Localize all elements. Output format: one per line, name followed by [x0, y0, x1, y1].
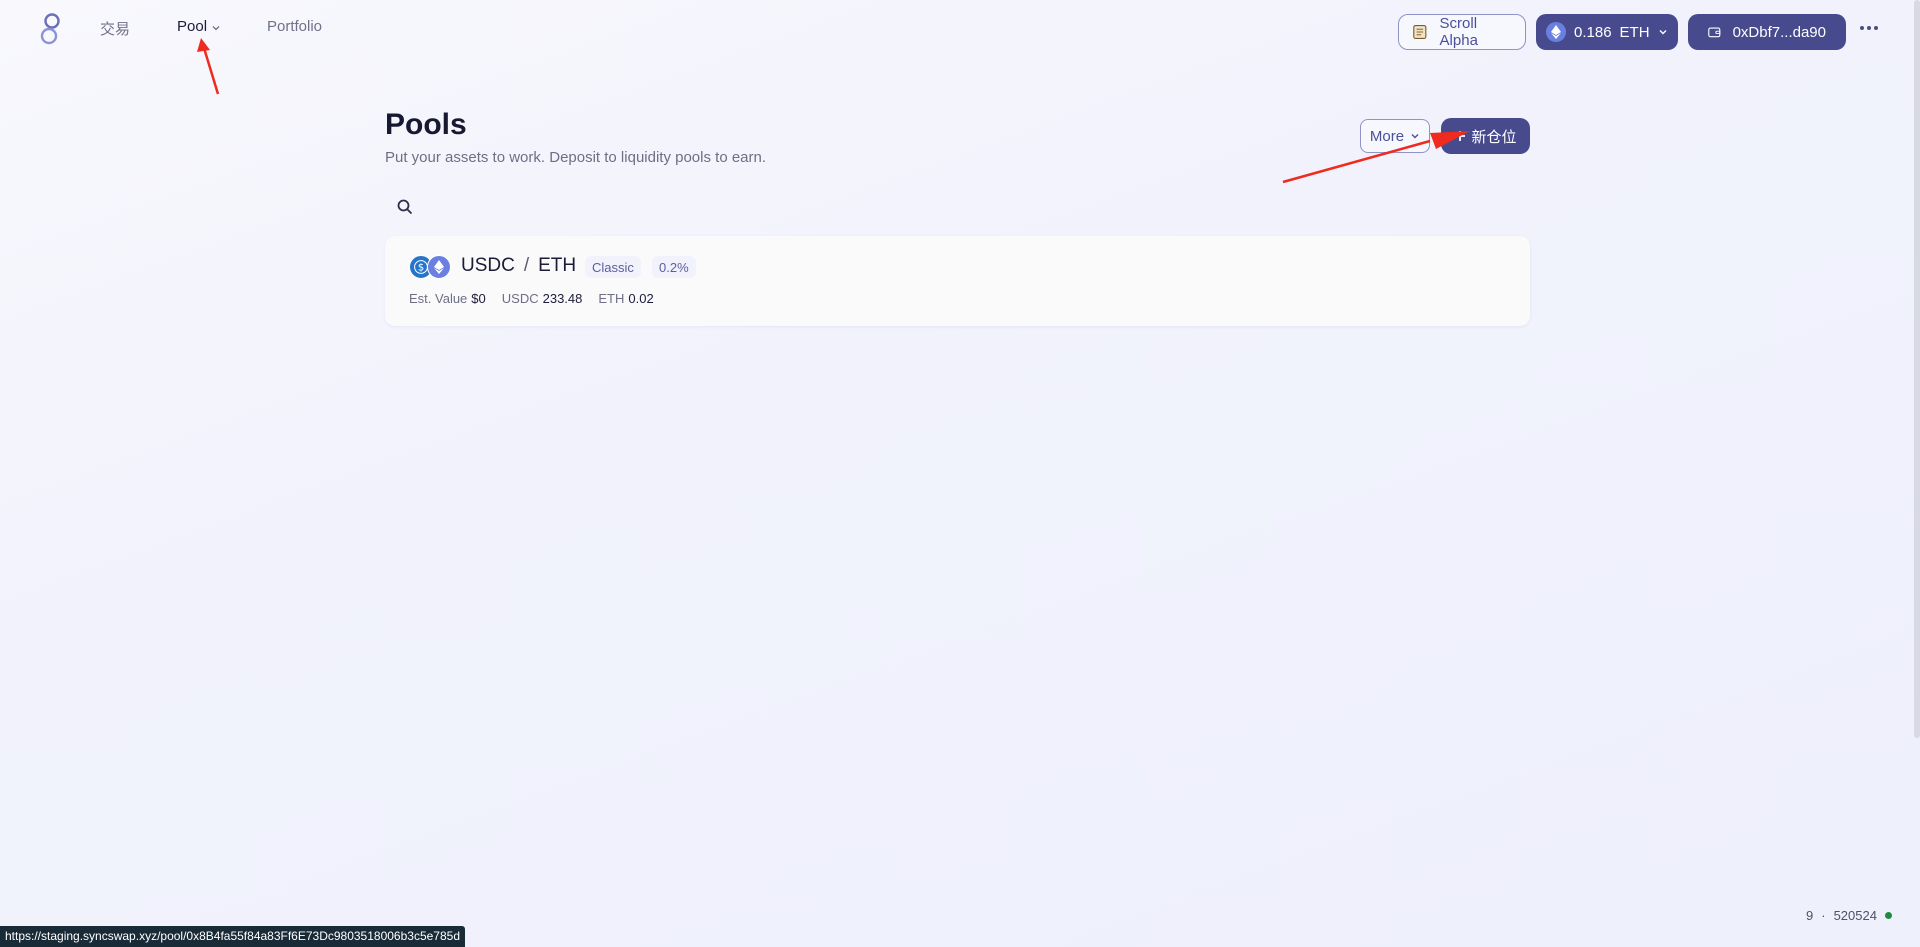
token-b-stat-label: ETH [598, 291, 625, 306]
wallet-icon [1708, 27, 1721, 38]
eth-icon [427, 255, 451, 279]
token-a-stat-label: USDC [501, 291, 539, 306]
new-position-button[interactable]: 新仓位 [1441, 118, 1530, 154]
top-navigation-bar: 交易 Pool Portfolio Scroll Alpha 0.186 ETH [0, 0, 1920, 64]
balance-button[interactable]: 0.186 ETH [1536, 14, 1678, 50]
block-info: 9 · 520524 [1806, 908, 1892, 923]
nav-portfolio[interactable]: Portfolio [267, 18, 322, 35]
est-value-stat: Est. Value $0 [409, 291, 486, 306]
chevron-down-icon [1411, 134, 1419, 139]
token-b-symbol: ETH [538, 255, 577, 276]
more-options-icon[interactable] [1860, 26, 1878, 30]
eth-icon [1546, 22, 1566, 42]
scroll-network-icon [1413, 24, 1427, 40]
pair-separator: / [523, 255, 530, 276]
pool-search [385, 196, 1530, 218]
token-b-stat: ETH 0.02 [598, 291, 653, 306]
more-label: More [1369, 127, 1405, 145]
token-pair-icons: $ [409, 255, 453, 281]
nav-pool[interactable]: Pool [177, 18, 221, 35]
block-prefix: 9 [1806, 908, 1814, 923]
balance-symbol: ETH [1619, 23, 1650, 41]
network-label: Scroll Alpha [1439, 15, 1478, 49]
wallet-address: 0xDbf7...da90 [1732, 23, 1826, 41]
more-dropdown-button[interactable]: More [1360, 119, 1430, 153]
chevron-down-icon [212, 26, 220, 31]
page-subtitle: Put your assets to work. Deposit to liqu… [385, 149, 767, 166]
scrollbar[interactable] [1914, 0, 1920, 738]
nav-pool-label: Pool [177, 18, 208, 35]
block-number: 520524 [1833, 908, 1877, 923]
plus-icon [1455, 131, 1466, 141]
pool-type-badge: Classic [585, 256, 641, 278]
block-separator: · [1821, 908, 1826, 923]
pool-stats: Est. Value $0 USDC 233.48 ETH 0.02 [409, 291, 654, 306]
pool-fee-badge: 0.2% [652, 256, 696, 278]
new-position-label: 新仓位 [1471, 128, 1517, 146]
search-icon[interactable] [396, 198, 414, 216]
token-a-amount: 233.48 [542, 291, 583, 306]
syncswap-logo-icon[interactable] [38, 12, 64, 46]
est-value-label: Est. Value [409, 291, 468, 306]
token-b-amount: 0.02 [628, 291, 654, 306]
pool-card[interactable]: $ USDC / ETH Classic 0.2% Est. Value $0 U… [385, 236, 1530, 326]
balance-amount: 0.186 [1574, 23, 1612, 41]
token-a-symbol: USDC [461, 255, 515, 276]
network-selector-button[interactable]: Scroll Alpha [1398, 14, 1526, 50]
search-input[interactable] [424, 197, 1428, 217]
wallet-button[interactable]: 0xDbf7...da90 [1688, 14, 1846, 50]
chevron-down-icon [1659, 30, 1667, 35]
status-online-icon [1884, 912, 1892, 919]
est-value: $0 [471, 291, 486, 306]
link-preview-status-bar: https://staging.syncswap.xyz/pool/0x8B4f… [0, 926, 465, 947]
pool-pair-name: USDC / ETH [461, 255, 576, 277]
nav-trade[interactable]: 交易 [100, 18, 130, 39]
svg-text:$: $ [418, 263, 424, 274]
annotation-arrows [197, 38, 1470, 184]
token-a-stat: USDC 233.48 [502, 291, 583, 306]
page-title: Pools [385, 108, 467, 141]
